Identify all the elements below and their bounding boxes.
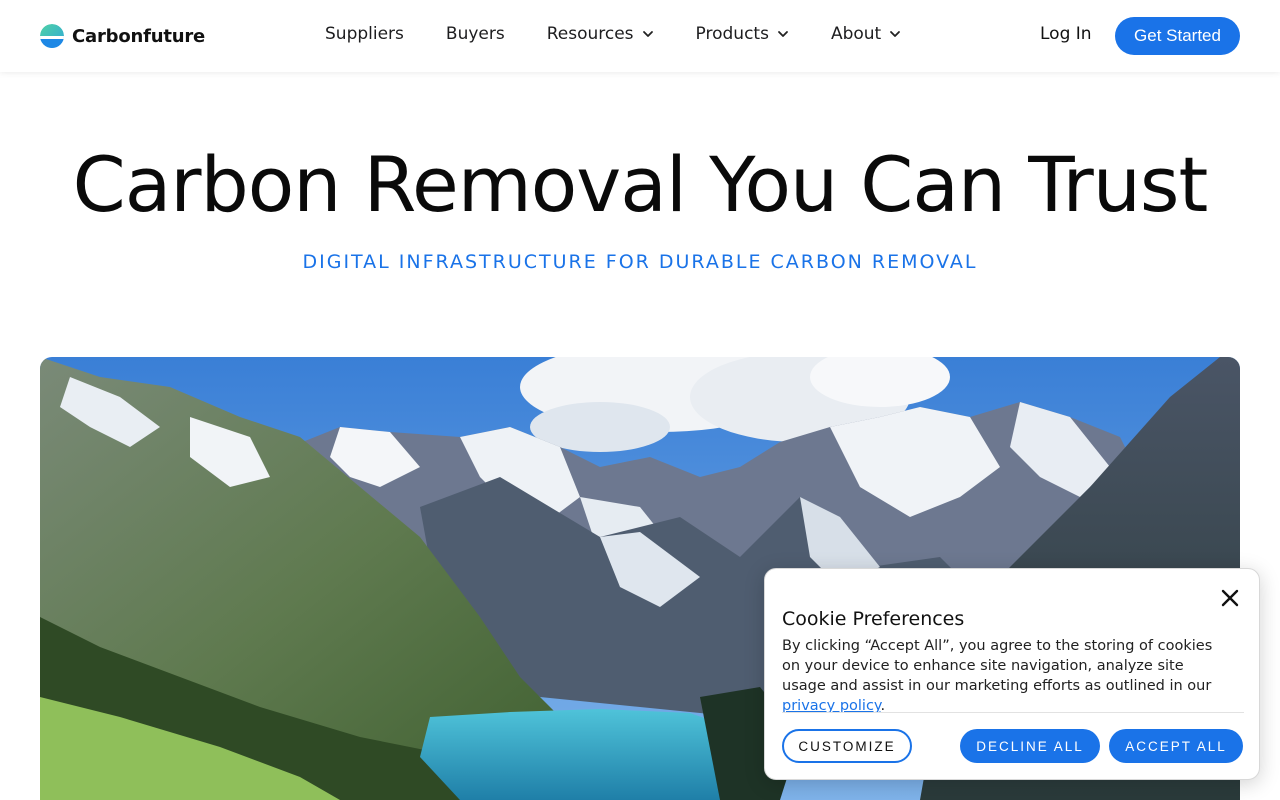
nav-item-buyers[interactable]: Buyers <box>446 24 505 44</box>
chevron-down-icon <box>890 31 901 37</box>
chevron-down-icon <box>778 31 788 37</box>
nav-item-label: Buyers <box>445 24 505 44</box>
decline-all-button[interactable]: DECLINE ALL <box>960 729 1100 763</box>
brand-name: Carbonfuture <box>72 25 206 47</box>
nav-item-products[interactable]: Products <box>696 24 789 44</box>
cookie-description: By clicking “Accept All”, you agree to t… <box>782 636 1222 716</box>
nav-item-resources[interactable]: Resources <box>547 24 654 44</box>
chevron-down-icon <box>642 31 653 37</box>
nav-item-label: Resources <box>546 24 634 44</box>
main-nav: Suppliers Buyers Resources Products Abou… <box>325 24 943 44</box>
close-icon[interactable] <box>1219 587 1241 609</box>
site-header: Carbonfuture Suppliers Buyers Resources … <box>0 0 1280 72</box>
cookie-title: Cookie Preferences <box>782 608 965 630</box>
cookie-body-text: By clicking “Accept All”, you agree to t… <box>782 638 1213 694</box>
nav-item-label: About <box>830 24 882 44</box>
accept-all-button[interactable]: ACCEPT ALL <box>1109 729 1243 763</box>
carbonfuture-logo-icon <box>40 24 64 48</box>
get-started-button[interactable]: Get Started <box>1115 17 1240 55</box>
login-link[interactable]: Log In <box>1040 24 1092 44</box>
hero-title: Carbon Removal You Can Trust <box>72 140 1209 229</box>
hero-subtitle: DIGITAL INFRASTRUCTURE FOR DURABLE CARBO… <box>302 251 978 273</box>
nav-item-suppliers[interactable]: Suppliers <box>325 24 404 44</box>
cookie-preferences-dialog: Cookie Preferences By clicking “Accept A… <box>764 568 1260 780</box>
brand-logo[interactable]: Carbonfuture <box>40 24 205 48</box>
nav-item-label: Products <box>695 24 769 44</box>
divider <box>782 712 1244 713</box>
nav-item-about[interactable]: About <box>831 24 901 44</box>
nav-item-label: Suppliers <box>325 24 404 44</box>
customize-button[interactable]: CUSTOMIZE <box>782 729 912 763</box>
